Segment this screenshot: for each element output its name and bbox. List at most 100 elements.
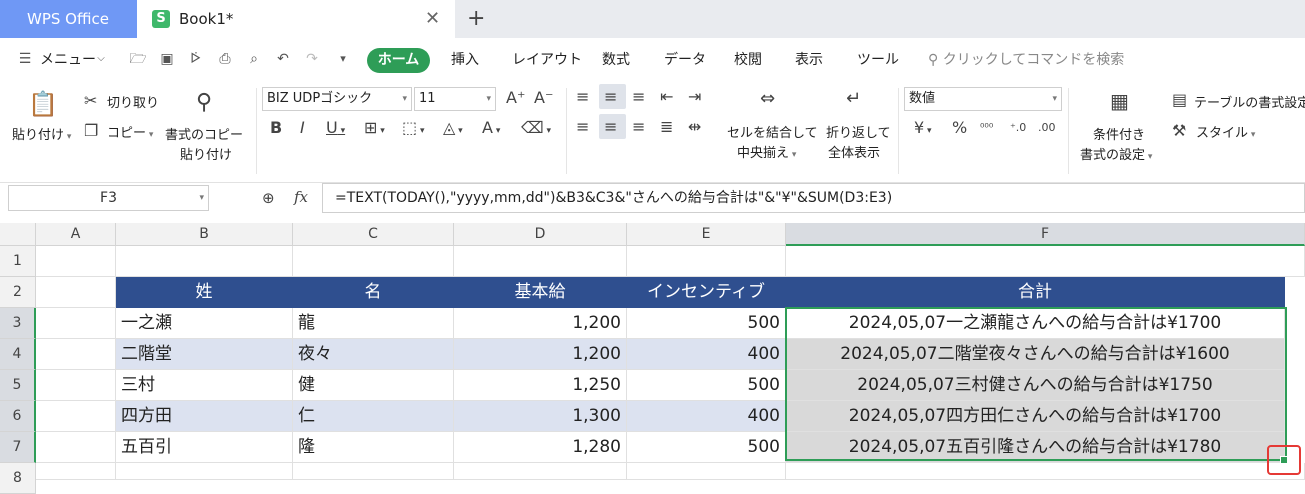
row-header-5[interactable]: 5 bbox=[0, 370, 36, 401]
table-cell-total[interactable]: 2024,05,07三村健さんへの給与合計は¥1750 bbox=[786, 370, 1285, 401]
name-box[interactable]: F3 ▾ bbox=[8, 185, 209, 211]
main-menu-button[interactable]: メニュー bbox=[40, 38, 96, 82]
column-header-e[interactable]: E bbox=[627, 223, 786, 246]
redo-icon[interactable]: ↷ bbox=[303, 50, 321, 68]
cell-f1[interactable] bbox=[786, 246, 1305, 277]
merge-center-icon[interactable]: ⇔ bbox=[760, 90, 775, 108]
wrap-text-label-1[interactable]: 折り返して bbox=[826, 122, 891, 141]
conditional-format-label-1[interactable]: 条件付き bbox=[1093, 124, 1145, 143]
row-header-7[interactable]: 7 bbox=[0, 432, 36, 463]
increase-indent-icon[interactable]: ⇥ bbox=[688, 88, 701, 106]
table-format-icon[interactable]: ▤ bbox=[1172, 91, 1187, 109]
conditional-format-button[interactable]: 書式の設定 ▾ bbox=[1080, 144, 1152, 163]
percent-icon[interactable]: % bbox=[952, 119, 967, 137]
font-color-icon[interactable]: A ▾ bbox=[482, 119, 500, 140]
paste-button[interactable]: 貼り付け ▾ bbox=[12, 124, 71, 143]
chevron-down-icon[interactable]: ⌵ bbox=[92, 50, 110, 68]
formula-input[interactable]: =TEXT(TODAY(),"yyyy,mm,dd")&B3&C3&"さんへの給… bbox=[322, 183, 1305, 213]
customize-toolbar-icon[interactable]: ▾ bbox=[334, 50, 352, 68]
header-total[interactable]: 合計 bbox=[786, 277, 1285, 308]
header-incentive[interactable]: インセンティブ bbox=[627, 277, 786, 308]
row-header-8[interactable]: 8 bbox=[0, 463, 36, 494]
cell-f8[interactable] bbox=[786, 463, 1305, 480]
cell-b1[interactable] bbox=[116, 246, 293, 277]
decrease-indent-icon[interactable]: ⇤ bbox=[660, 88, 673, 106]
zoom-formula-icon[interactable]: ⊕ bbox=[262, 189, 275, 207]
decrease-font-icon[interactable]: A⁻ bbox=[534, 89, 553, 107]
style-button[interactable]: スタイル ▾ bbox=[1196, 122, 1255, 141]
tab-insert[interactable]: 挿入 bbox=[451, 38, 479, 82]
align-top-icon[interactable]: ≡ bbox=[576, 88, 589, 106]
decrease-decimal-icon[interactable]: .00 bbox=[1038, 119, 1056, 137]
table-cell-first-name[interactable]: 健 bbox=[293, 370, 454, 401]
cell-a6[interactable] bbox=[36, 401, 116, 432]
increase-font-icon[interactable]: A⁺ bbox=[506, 89, 525, 107]
table-cell-incentive[interactable]: 400 bbox=[627, 339, 786, 370]
tab-tools[interactable]: ツール bbox=[857, 38, 899, 82]
command-search[interactable]: ⚲ クリックしてコマンドを検索 bbox=[928, 38, 1124, 82]
tab-data[interactable]: データ bbox=[664, 38, 706, 82]
table-cell-last-name[interactable]: 四方田 bbox=[116, 401, 293, 432]
merge-center-label-1[interactable]: セルを結合して bbox=[727, 122, 818, 141]
format-painter-large-icon[interactable]: ⚲ bbox=[196, 90, 212, 116]
cell-b8[interactable] bbox=[116, 463, 293, 480]
save-icon[interactable]: ▣ bbox=[158, 50, 176, 68]
table-cell-incentive[interactable]: 500 bbox=[627, 432, 786, 463]
tab-layout[interactable]: レイアウト bbox=[512, 38, 582, 82]
table-cell-total[interactable]: 2024,05,07四方田仁さんへの給与合計は¥1700 bbox=[786, 401, 1285, 432]
header-base-salary[interactable]: 基本給 bbox=[454, 277, 627, 308]
workbook-tab[interactable]: S Book1* ✕ bbox=[137, 0, 455, 38]
table-cell-total[interactable]: 2024,05,07一之瀬龍さんへの給与合計は¥1700 bbox=[786, 308, 1285, 339]
table-cell-base-salary[interactable]: 1,200 bbox=[454, 339, 627, 370]
paste-icon[interactable]: 📋 bbox=[28, 90, 58, 118]
tab-review[interactable]: 校閲 bbox=[734, 38, 762, 82]
format-copy-label-1[interactable]: 書式のコピー bbox=[165, 124, 243, 143]
column-header-a[interactable]: A bbox=[36, 223, 116, 246]
row-header-1[interactable]: 1 bbox=[0, 246, 36, 277]
increase-decimal-icon[interactable]: ⁺.0 bbox=[1010, 119, 1026, 137]
undo-icon[interactable]: ↶ bbox=[274, 50, 292, 68]
close-tab-icon[interactable]: ✕ bbox=[425, 0, 440, 38]
wrap-text-label-2[interactable]: 全体表示 bbox=[828, 142, 880, 161]
font-size-select[interactable]: 11 ▾ bbox=[414, 87, 496, 111]
hamburger-menu-icon[interactable]: ☰ bbox=[16, 50, 34, 68]
table-cell-first-name[interactable]: 隆 bbox=[293, 432, 454, 463]
currency-icon[interactable]: ¥ ▾ bbox=[914, 119, 932, 140]
align-left-icon[interactable]: ≡ bbox=[576, 118, 589, 136]
cell-a7[interactable] bbox=[36, 432, 116, 463]
row-header-6[interactable]: 6 bbox=[0, 401, 36, 432]
table-cell-base-salary[interactable]: 1,200 bbox=[454, 308, 627, 339]
table-cell-last-name[interactable]: 一之瀬 bbox=[116, 308, 293, 339]
table-cell-first-name[interactable]: 龍 bbox=[293, 308, 454, 339]
cell-c1[interactable] bbox=[293, 246, 454, 277]
bold-icon[interactable]: B bbox=[270, 119, 282, 137]
cell-a2[interactable] bbox=[36, 277, 116, 308]
table-cell-base-salary[interactable]: 1,300 bbox=[454, 401, 627, 432]
row-header-4[interactable]: 4 bbox=[0, 339, 36, 370]
cell-e8[interactable] bbox=[627, 463, 786, 480]
cell-c8[interactable] bbox=[293, 463, 454, 480]
header-last-name[interactable]: 姓 bbox=[116, 277, 293, 308]
insert-function-icon[interactable]: fx bbox=[294, 188, 308, 206]
copy-icon[interactable]: ❐ bbox=[84, 122, 98, 140]
header-first-name[interactable]: 名 bbox=[293, 277, 454, 308]
borders-icon[interactable]: ⊞ ▾ bbox=[364, 119, 385, 140]
print-icon[interactable]: ⎙ bbox=[216, 50, 234, 68]
cell-a8[interactable] bbox=[36, 463, 116, 480]
table-cell-base-salary[interactable]: 1,250 bbox=[454, 370, 627, 401]
new-tab-button[interactable]: + bbox=[467, 4, 485, 34]
table-cell-first-name[interactable]: 夜々 bbox=[293, 339, 454, 370]
table-cell-first-name[interactable]: 仁 bbox=[293, 401, 454, 432]
cell-d8[interactable] bbox=[454, 463, 627, 480]
cell-a1[interactable] bbox=[36, 246, 116, 277]
align-right-icon[interactable]: ≡ bbox=[632, 118, 645, 136]
align-center-icon[interactable]: ≡ bbox=[604, 118, 617, 136]
align-bottom-icon[interactable]: ≡ bbox=[632, 88, 645, 106]
table-cell-last-name[interactable]: 五百引 bbox=[116, 432, 293, 463]
column-header-b[interactable]: B bbox=[116, 223, 293, 246]
column-header-d[interactable]: D bbox=[454, 223, 627, 246]
table-cell-total[interactable]: 2024,05,07五百引隆さんへの給与合計は¥1780 bbox=[786, 432, 1285, 463]
align-middle-icon[interactable]: ≡ bbox=[604, 88, 617, 106]
cell-style-brush-icon[interactable]: ⚒ bbox=[1172, 122, 1186, 140]
cell-d1[interactable] bbox=[454, 246, 627, 277]
